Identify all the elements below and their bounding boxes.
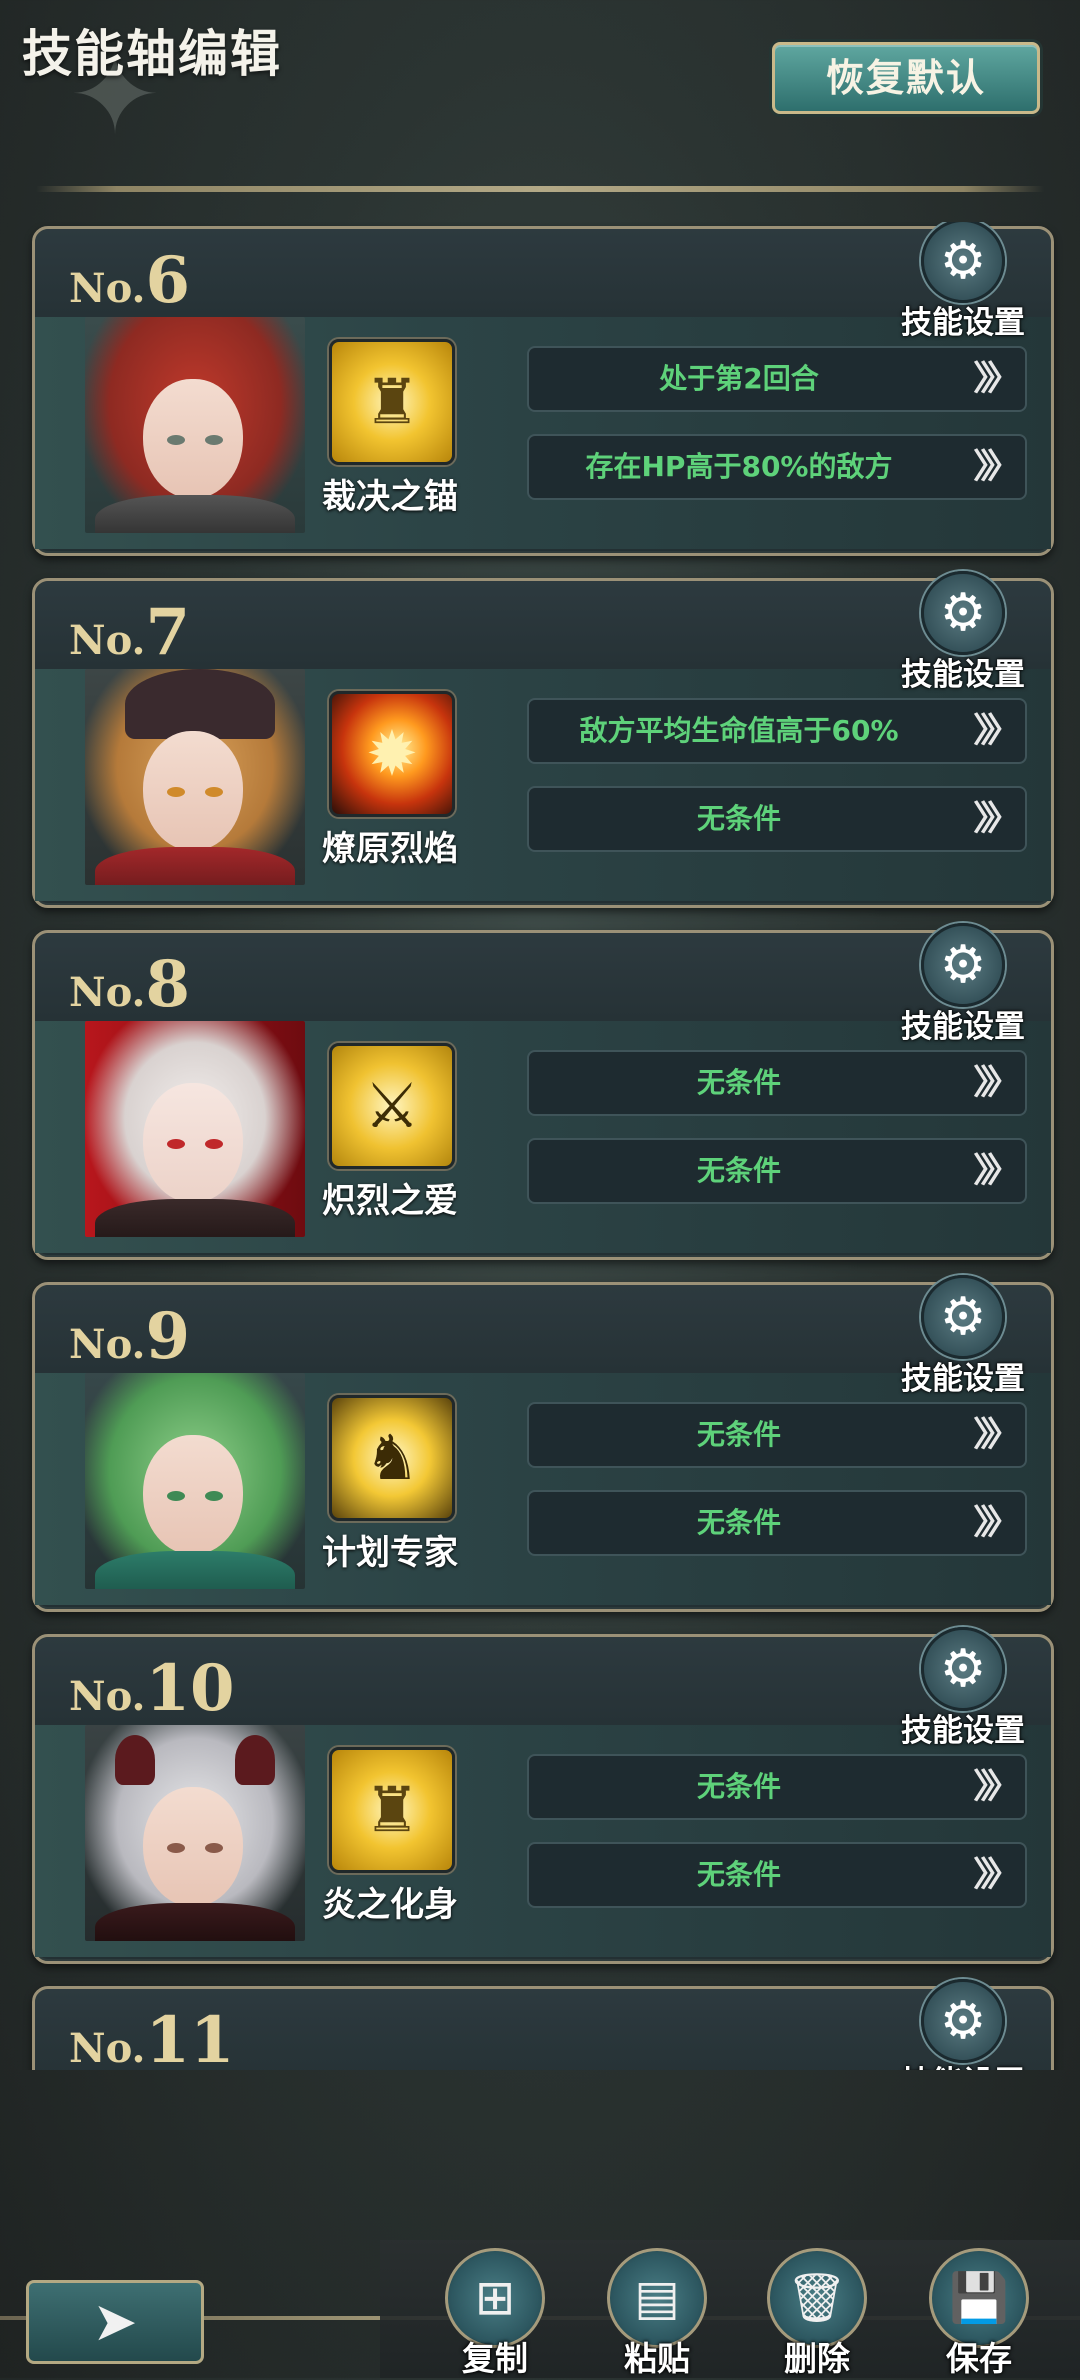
skill-settings-button[interactable]: ⚙ 技能设置 [893, 222, 1033, 341]
skill-settings-label: 技能设置 [901, 1361, 1025, 1397]
chevron-right-icon: 〉〉〉 [973, 1063, 1021, 1103]
condition-text: 处于第2回合 [659, 362, 819, 395]
condition-slot-2[interactable]: 无条件 〉〉〉 [527, 786, 1027, 852]
chevron-right-icon: 〉〉〉 [973, 1415, 1021, 1455]
copy-button[interactable]: ⊞ 复制 [440, 2248, 550, 2378]
gear-icon: ⚙ [921, 1979, 1005, 2063]
skill-card: No.8 ⚙ 技能设置 ⚔ 炽烈之爱 无条件 〉〉〉 无条件 〉〉〉 [32, 923, 1054, 1260]
card-number: No.8 [69, 947, 190, 1022]
gear-icon: ⚙ [921, 571, 1005, 655]
bottom-toolbar: ➤ ⊞ 复制 ▤ 粘贴 🗑 删除 💾 保存 [0, 2220, 1080, 2378]
skill-name: 计划专家 [322, 1533, 458, 1573]
skill-name: 燎原烈焰 [322, 829, 458, 869]
condition-text: 无条件 [696, 1506, 781, 1539]
skill-settings-button[interactable]: ⚙ 技能设置 [893, 923, 1033, 1045]
delete-label: 删除 [784, 2339, 850, 2378]
skill-settings-button[interactable]: ⚙ 技能设置 [893, 1979, 1033, 2070]
condition-text: 无条件 [696, 1418, 781, 1451]
card-number: No.10 [69, 1651, 235, 1726]
crossed-swords-icon[interactable]: ⚔ [329, 1043, 455, 1169]
save-button[interactable]: 💾 保存 [924, 2248, 1034, 2378]
condition-slot-1[interactable]: 敌方平均生命值高于60% 〉〉〉 [527, 698, 1027, 764]
condition-text: 无条件 [696, 1858, 781, 1891]
condition-text: 存在HP高于80%的敌方 [585, 450, 893, 483]
golden-knight-icon[interactable]: ♜ [329, 339, 455, 465]
skill-settings-label: 技能设置 [901, 657, 1025, 693]
chevron-right-icon: 〉〉〉 [973, 711, 1021, 751]
card-number: No.7 [69, 595, 190, 670]
condition-text: 无条件 [696, 1154, 781, 1187]
character-portrait[interactable] [85, 317, 305, 533]
skill-list[interactable]: No.6 ⚙ 技能设置 ♜ 裁决之锚 处于第2回合 〉〉〉 存在HP高于80%的… [0, 222, 1080, 2070]
condition-slot-2[interactable]: 无条件 〉〉〉 [527, 1842, 1027, 1908]
character-portrait[interactable] [85, 1021, 305, 1237]
skill-card: No.11 ⚙ 技能设置 [32, 1979, 1054, 2070]
condition-slot-1[interactable]: 无条件 〉〉〉 [527, 1402, 1027, 1468]
skill-settings-label: 技能设置 [901, 1713, 1025, 1749]
chevron-right-icon: 〉〉〉 [973, 447, 1021, 487]
character-portrait[interactable] [85, 1373, 305, 1589]
page-title: 技能轴编辑 [22, 25, 282, 83]
paste-button[interactable]: ▤ 粘贴 [602, 2248, 712, 2378]
character-portrait[interactable] [85, 669, 305, 885]
skill-card: No.10 ⚙ 技能设置 ♜ 炎之化身 无条件 〉〉〉 无条件 〉〉〉 [32, 1627, 1054, 1964]
gear-icon: ⚙ [921, 222, 1005, 303]
gear-icon: ⚙ [921, 923, 1005, 1007]
skill-name: 炎之化身 [322, 1885, 458, 1925]
condition-text: 无条件 [696, 1066, 781, 1099]
card-number: No.9 [69, 1299, 190, 1374]
fireball-icon[interactable]: ✹ [329, 691, 455, 817]
skill-settings-label: 技能设置 [893, 2057, 1033, 2070]
skill-name: 炽烈之爱 [322, 1181, 458, 1221]
chevron-right-icon: 〉〉〉 [973, 1855, 1021, 1895]
condition-slot-1[interactable]: 无条件 〉〉〉 [527, 1050, 1027, 1116]
skill-card: No.6 ⚙ 技能设置 ♜ 裁决之锚 处于第2回合 〉〉〉 存在HP高于80%的… [32, 222, 1054, 556]
chevron-right-icon: 〉〉〉 [973, 1151, 1021, 1191]
character-portrait[interactable] [85, 1725, 305, 1941]
top-bar: ✦ 技能轴编辑 恢复默认 [0, 0, 1080, 150]
delete-button[interactable]: 🗑 删除 [762, 2248, 872, 2378]
skill-card: No.9 ⚙ 技能设置 ♞ 计划专家 无条件 〉〉〉 无条件 〉〉〉 [32, 1275, 1054, 1612]
back-button[interactable]: ➤ [26, 2280, 204, 2364]
skill-card: No.7 ⚙ 技能设置 ✹ 燎原烈焰 敌方平均生命值高于60% 〉〉〉 无条件 … [32, 571, 1054, 908]
copy-label: 复制 [462, 2339, 528, 2378]
skill-settings-button[interactable]: ⚙ 技能设置 [893, 571, 1033, 693]
skill-settings-button[interactable]: ⚙ 技能设置 [893, 1275, 1033, 1397]
paste-label: 粘贴 [624, 2339, 690, 2378]
condition-text: 敌方平均生命值高于60% [579, 714, 899, 747]
gear-icon: ⚙ [921, 1275, 1005, 1359]
divider [36, 186, 1044, 192]
restore-default-button[interactable]: 恢复默认 [772, 42, 1040, 114]
card-number: No.6 [69, 243, 190, 318]
condition-text: 无条件 [696, 802, 781, 835]
condition-slot-1[interactable]: 无条件 〉〉〉 [527, 1754, 1027, 1820]
gear-icon: ⚙ [921, 1627, 1005, 1711]
back-arrow-icon: ➤ [92, 2290, 138, 2353]
chevron-right-icon: 〉〉〉 [973, 1503, 1021, 1543]
skill-name: 裁决之锚 [322, 477, 458, 517]
condition-slot-2[interactable]: 无条件 〉〉〉 [527, 1138, 1027, 1204]
golden-knight-icon[interactable]: ♜ [329, 1747, 455, 1873]
chevron-right-icon: 〉〉〉 [973, 799, 1021, 839]
card-number: No.11 [69, 2003, 235, 2070]
condition-text: 无条件 [696, 1770, 781, 1803]
skill-settings-label: 技能设置 [901, 305, 1025, 341]
condition-slot-1[interactable]: 处于第2回合 〉〉〉 [527, 346, 1027, 412]
golden-warrior-icon[interactable]: ♞ [329, 1395, 455, 1521]
skill-settings-label: 技能设置 [901, 1009, 1025, 1045]
condition-slot-2[interactable]: 无条件 〉〉〉 [527, 1490, 1027, 1556]
condition-slot-2[interactable]: 存在HP高于80%的敌方 〉〉〉 [527, 434, 1027, 500]
chevron-right-icon: 〉〉〉 [973, 1767, 1021, 1807]
save-label: 保存 [946, 2339, 1012, 2378]
skill-settings-button[interactable]: ⚙ 技能设置 [893, 1627, 1033, 1749]
chevron-right-icon: 〉〉〉 [973, 359, 1021, 399]
